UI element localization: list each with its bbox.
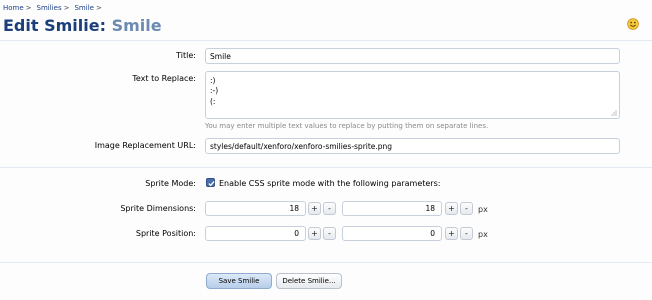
sprite-mode-label: Sprite Mode:: [145, 179, 196, 188]
sprite-y-decrement-button[interactable]: -: [460, 227, 473, 240]
text-to-replace-textarea[interactable]: :) :-) (:: [205, 71, 620, 119]
image-url-input-value: styles/default/xenforo/xenforo-smilies-s…: [210, 142, 393, 151]
checkmark-icon: [208, 180, 215, 187]
sprite-x-increment-button[interactable]: +: [308, 227, 321, 240]
breadcrumb: Home > Smilies > Smile >: [3, 4, 107, 12]
title-label: Title:: [176, 51, 196, 60]
sprite-mode-checkbox-label[interactable]: Enable CSS sprite mode with the followin…: [219, 179, 440, 188]
title-input[interactable]: Smile: [205, 48, 620, 64]
breadcrumb-home[interactable]: Home: [3, 4, 24, 12]
breadcrumb-smile[interactable]: Smile: [74, 4, 93, 12]
breadcrumb-smilies[interactable]: Smilies: [37, 4, 62, 12]
breadcrumb-separator: >: [63, 4, 70, 12]
sprite-width-increment-button[interactable]: +: [308, 202, 321, 215]
text-to-replace-hint: You may enter multiple text values to re…: [205, 122, 489, 130]
sprite-position-unit: px: [478, 230, 488, 239]
header-divider: [0, 40, 652, 41]
resize-grip-icon[interactable]: [611, 110, 617, 116]
sprite-position-label: Sprite Position:: [135, 229, 196, 238]
sprite-y-increment-button[interactable]: +: [445, 227, 458, 240]
sprite-mode-checkbox[interactable]: [206, 178, 215, 187]
delete-smilie-button[interactable]: Delete Smilie...: [276, 273, 342, 289]
sprite-x-decrement-button[interactable]: -: [323, 227, 336, 240]
image-url-label: Image Replacement URL:: [94, 141, 196, 150]
sprite-height-decrement-button[interactable]: -: [460, 202, 473, 215]
save-smilie-button[interactable]: Save Smilie: [206, 273, 272, 289]
sprite-dimensions-label: Sprite Dimensions:: [120, 204, 196, 213]
breadcrumb-separator: >: [25, 4, 32, 12]
sprite-y-input[interactable]: 0: [342, 226, 442, 241]
sprite-x-input[interactable]: 0: [205, 226, 306, 241]
sprite-width-value: 18: [289, 204, 299, 213]
sprite-width-decrement-button[interactable]: -: [323, 202, 336, 215]
title-input-value: Smile: [210, 52, 231, 61]
text-to-replace-line: :-): [210, 86, 219, 95]
page-title: Edit Smilie: Smile: [3, 15, 162, 37]
sprite-x-value: 0: [294, 229, 299, 238]
page-title-main: Edit Smilie:: [3, 16, 106, 35]
breadcrumb-separator: >: [95, 4, 102, 12]
text-to-replace-line: (:: [210, 97, 216, 106]
sprite-dimensions-unit: px: [478, 205, 488, 214]
text-to-replace-label: Text to Replace:: [132, 74, 196, 83]
sprite-height-value: 18: [425, 204, 435, 213]
sprite-y-value: 0: [430, 229, 435, 238]
text-to-replace-line: :): [210, 76, 216, 85]
image-url-input[interactable]: styles/default/xenforo/xenforo-smilies-s…: [205, 138, 620, 154]
smilie-face-icon: [627, 18, 639, 30]
page-title-smilie-name: Smile: [111, 16, 162, 35]
sprite-height-increment-button[interactable]: +: [445, 202, 458, 215]
section-divider: [0, 167, 652, 168]
footer-divider: [0, 262, 652, 263]
sprite-width-input[interactable]: 18: [205, 201, 306, 216]
sprite-height-input[interactable]: 18: [342, 201, 442, 216]
